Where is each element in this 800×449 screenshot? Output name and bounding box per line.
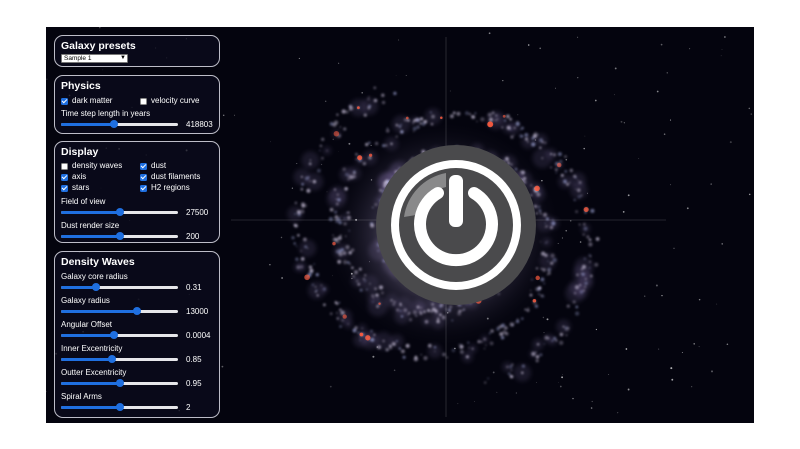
galaxy-presets-panel: Galaxy presets Sample 1 ▼ [54, 35, 220, 67]
selected-preset: Sample 1 [64, 55, 92, 62]
checkbox-icon[interactable] [61, 173, 68, 181]
checkbox-icon[interactable] [140, 173, 147, 181]
inner-excentricity-value: 0.85 [186, 355, 202, 364]
velocity-curve-checkbox[interactable]: velocity curve [140, 96, 199, 106]
galaxy-canvas[interactable]: Galaxy presets Sample 1 ▼ Physics dark m… [46, 27, 754, 423]
slider-thumb[interactable] [115, 379, 124, 387]
spiral-arms-label: Spiral Arms [61, 392, 102, 401]
display-panel: Display density waves dust axis dust fil… [54, 141, 220, 243]
spiral-arms-slider[interactable] [61, 403, 178, 411]
field-of-view-label: Field of view [61, 197, 106, 206]
chevron-down-icon: ▼ [120, 55, 126, 61]
galaxy-core-radius-label: Galaxy core radius [61, 272, 128, 281]
dust-render-size-slider[interactable] [61, 232, 178, 240]
axis-checkbox[interactable]: axis [61, 172, 86, 182]
checkbox-icon[interactable] [140, 162, 147, 170]
checkbox-label: velocity curve [151, 96, 200, 105]
slider-thumb[interactable] [92, 283, 101, 291]
galaxy-core-radius-slider[interactable] [61, 283, 178, 291]
checkbox-label: dark matter [72, 96, 113, 105]
angular-offset-value: 0.0004 [186, 331, 211, 340]
density-waves-panel: Density Waves Galaxy core radius 0.31 Gala… [54, 251, 220, 418]
checkbox-label: dust [151, 161, 167, 170]
time-step-label: Time step length in years [61, 109, 151, 118]
angular-offset-slider[interactable] [61, 331, 178, 339]
slider-thumb[interactable] [115, 403, 124, 411]
checkbox-icon[interactable] [140, 184, 147, 192]
galaxy-radius-value: 13000 [186, 307, 209, 316]
galaxy-radius-slider[interactable] [61, 307, 178, 315]
checkbox-label: density waves [72, 161, 123, 170]
spiral-arms-value: 2 [186, 403, 191, 412]
panel-title: Display [61, 146, 99, 158]
slider-thumb[interactable] [115, 232, 124, 240]
h2-regions-checkbox[interactable]: H2 regions [140, 183, 190, 193]
slider-thumb[interactable] [133, 307, 142, 315]
checkbox-icon[interactable] [61, 97, 68, 105]
checkbox-label: H2 regions [151, 183, 190, 192]
field-of-view-value: 27500 [186, 208, 209, 217]
panel-title: Physics [61, 80, 101, 92]
physics-panel: Physics dark matter velocity curve Time … [54, 75, 220, 134]
checkbox-icon[interactable] [140, 97, 147, 105]
dust-render-size-value: 200 [186, 232, 200, 241]
inner-excentricity-slider[interactable] [61, 355, 178, 363]
density-waves-checkbox[interactable]: density waves [61, 161, 122, 171]
stars-checkbox[interactable]: stars [61, 183, 89, 193]
checkbox-label: stars [72, 183, 90, 192]
dust-checkbox[interactable]: dust [140, 161, 166, 171]
field-of-view-slider[interactable] [61, 208, 178, 216]
galaxy-core-radius-value: 0.31 [186, 283, 202, 292]
panel-title: Galaxy presets [61, 40, 136, 52]
slider-thumb[interactable] [108, 355, 117, 363]
dust-render-size-label: Dust render size [61, 221, 120, 230]
checkbox-label: dust filaments [151, 172, 201, 181]
slider-thumb[interactable] [109, 331, 118, 339]
outter-excentricity-value: 0.95 [186, 379, 202, 388]
outter-excentricity-label: Outter Excentricity [61, 368, 127, 377]
dark-matter-checkbox[interactable]: dark matter [61, 96, 112, 106]
time-step-value: 418803 [186, 120, 213, 129]
inner-excentricity-label: Inner Excentricity [61, 344, 123, 353]
galaxy-preset-select[interactable]: Sample 1 ▼ [61, 54, 128, 63]
outter-excentricity-slider[interactable] [61, 379, 178, 387]
angular-offset-label: Angular Offset [61, 320, 112, 329]
dust-filaments-checkbox[interactable]: dust filaments [140, 172, 200, 182]
checkbox-icon[interactable] [61, 184, 68, 192]
checkbox-label: axis [72, 172, 87, 181]
galaxy-radius-label: Galaxy radius [61, 296, 110, 305]
panel-title: Density Waves [61, 256, 135, 268]
power-icon[interactable] [376, 145, 536, 305]
slider-thumb[interactable] [115, 208, 124, 216]
slider-thumb[interactable] [109, 120, 118, 128]
checkbox-icon[interactable] [61, 162, 68, 170]
time-step-slider[interactable] [61, 120, 178, 128]
